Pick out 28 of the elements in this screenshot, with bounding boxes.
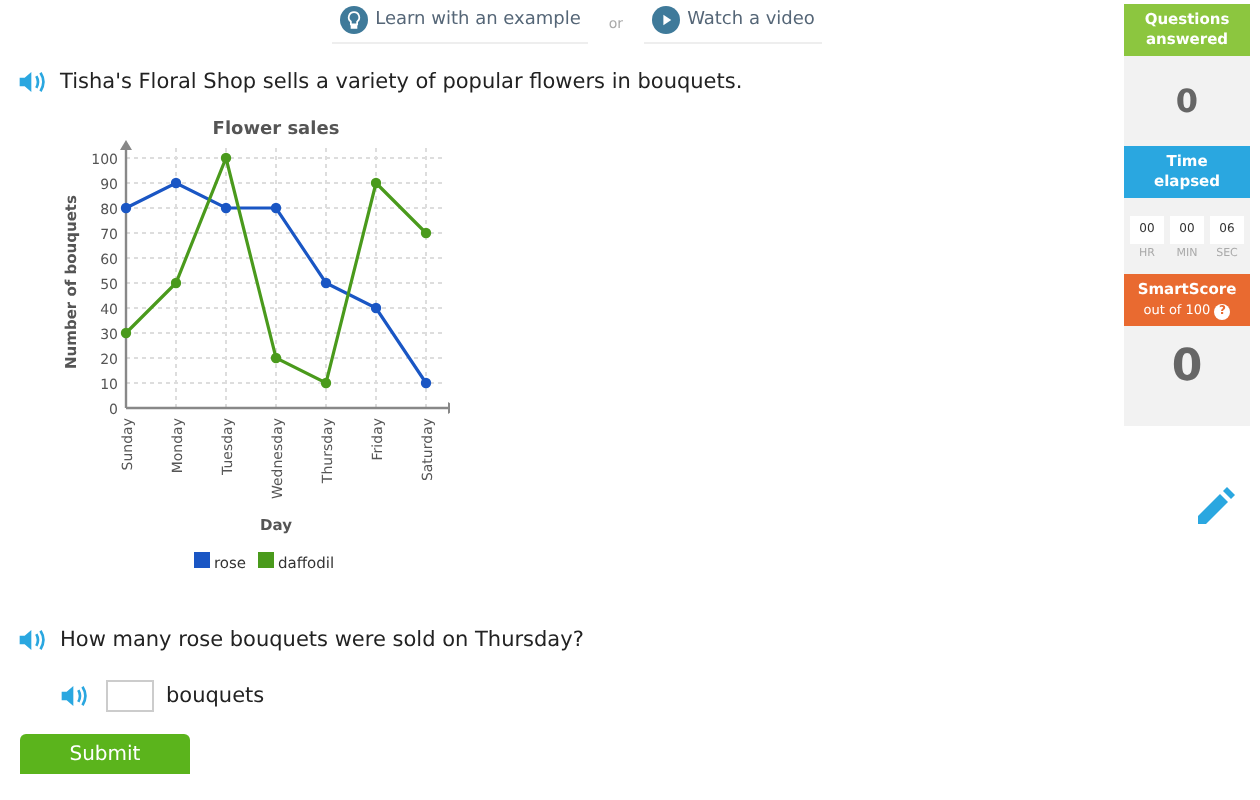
data-point [220, 202, 232, 214]
data-point [370, 177, 382, 189]
data-point [270, 352, 282, 364]
data-point [320, 377, 332, 389]
data-point [270, 202, 282, 214]
lightbulb-icon [339, 5, 368, 33]
chart-title: Flower sales [212, 120, 340, 140]
data-point [220, 152, 232, 164]
answer-field[interactable] [106, 680, 154, 712]
smartscore-value: 0 [1171, 340, 1203, 396]
data-point [420, 377, 432, 389]
speaker-icon[interactable] [18, 628, 48, 652]
intro-text: Tisha's Floral Shop sells a variety of popular flowers in bouquets. [60, 70, 743, 94]
watch-video-link[interactable]: Watch a video [643, 5, 823, 43]
data-point [370, 302, 382, 314]
data-point [170, 177, 182, 189]
data-point [420, 227, 432, 239]
questions-answered-count: 0 [1175, 80, 1199, 124]
data-point [170, 277, 182, 289]
speaker-icon[interactable] [60, 684, 90, 708]
question-text: How many rose bouquets were sold on Thursday? [60, 628, 584, 652]
speaker-icon[interactable] [18, 70, 48, 94]
data-point [320, 277, 332, 289]
unit-label: bouquets [166, 684, 265, 708]
learn-example-link[interactable]: Learn with an example [331, 5, 589, 43]
data-point [120, 327, 132, 339]
data-point [120, 202, 132, 214]
play-icon [651, 5, 680, 33]
